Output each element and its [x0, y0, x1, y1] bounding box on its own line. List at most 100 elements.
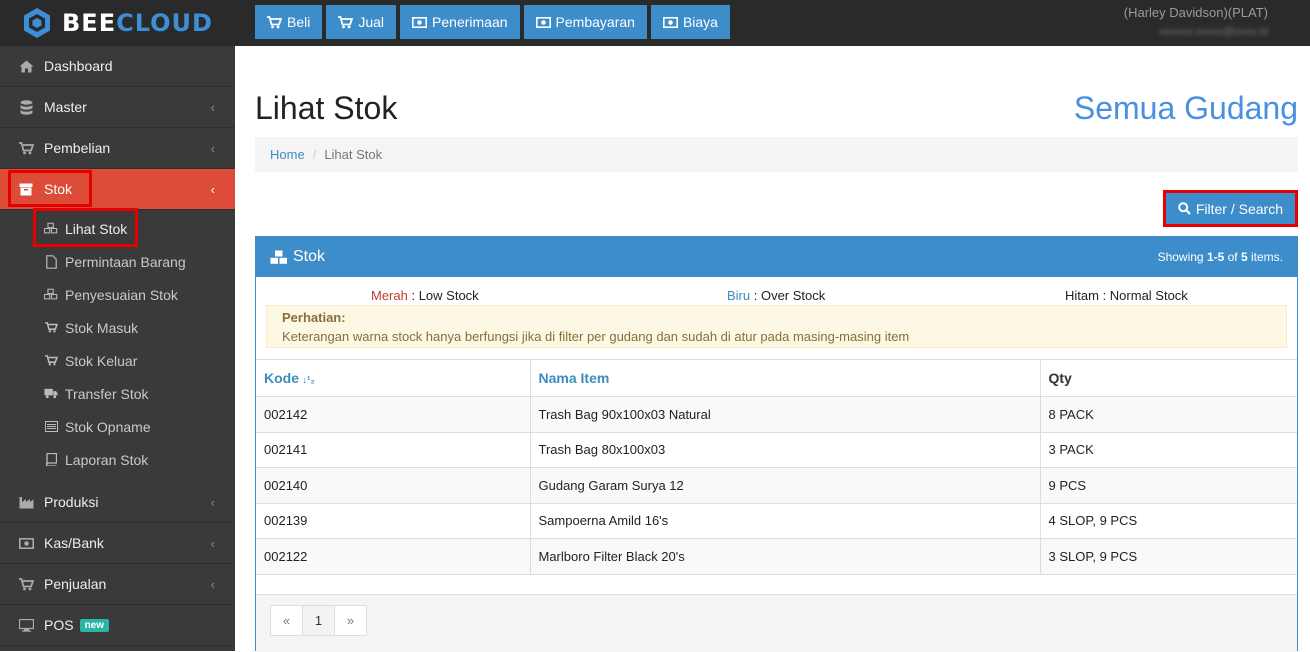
submenu-item-label: Transfer Stok	[65, 385, 149, 402]
submenu-item-permintaan-barang[interactable]: Permintaan Barang	[0, 245, 235, 278]
sidebar-item-label: Kas/Bank	[44, 535, 104, 551]
penerimaan-button[interactable]: Penerimaan	[400, 5, 520, 39]
legend-normal-stock: Hitam : Normal Stock	[1065, 288, 1188, 303]
breadcrumb-separator: /	[312, 147, 317, 162]
logo-text-cloud: CLOUD	[116, 9, 213, 37]
sidebar-item-label: Penjualan	[44, 576, 107, 592]
user-menu[interactable]: (Harley Davidson)(PLAT) xxxxxx.xxxxx@xxx…	[1124, 5, 1268, 40]
cart-icon	[338, 15, 354, 29]
sidebar-item-kas-bank[interactable]: Kas/Bank ‹	[0, 523, 235, 564]
column-header-kode[interactable]: Kode ↓¹₂	[256, 359, 530, 397]
submenu-item-penyesuaian-stok[interactable]: Penyesuaian Stok	[0, 278, 235, 311]
submenu-item-stok-keluar[interactable]: Stok Keluar	[0, 344, 235, 377]
table-header-row: Kode ↓¹₂ Nama Item Qty	[256, 359, 1297, 397]
pembayaran-label: Pembayaran	[555, 14, 635, 30]
filter-search-button[interactable]: Filter / Search	[1162, 190, 1298, 227]
jual-label: Jual	[358, 14, 385, 30]
legend-black-text: : Normal Stock	[1098, 288, 1188, 303]
cell-qty: 9 PCS	[1039, 467, 1297, 504]
stock-color-legend: Merah : Low Stock Biru : Over Stock Hita…	[256, 277, 1297, 305]
pembayaran-button[interactable]: Pembayaran	[523, 5, 647, 39]
submenu-item-laporan-stok[interactable]: Laporan Stok	[0, 443, 235, 476]
cell-kode: 002139	[256, 503, 530, 539]
jual-button[interactable]: Jual	[326, 5, 397, 39]
submenu-item-label: Permintaan Barang	[65, 253, 186, 270]
cart-icon	[267, 15, 282, 29]
submenu-item-stok-opname[interactable]: Stok Opname	[0, 410, 235, 443]
sidebar-item-stok[interactable]: Stok ‹	[0, 169, 244, 210]
summary-prefix: Showing	[1157, 250, 1207, 264]
sidebar-item-pos[interactable]: POS new	[0, 605, 235, 646]
top-nav: Beli Jual Penerimaan Pembayaran Biaya	[255, 5, 730, 39]
panel-header: Stok Showing 1-5 of 5 items.	[256, 237, 1297, 277]
main-content: Lihat Stok Semua Gudang Home / Lihat Sto…	[235, 46, 1310, 652]
stok-table: Kode ↓¹₂ Nama Item Qty 002142 Trash Bag 9…	[256, 359, 1297, 575]
table-row: 002139 Sampoerna Amild 16's 4 SLOP, 9 PC…	[256, 503, 1297, 539]
annotation-highlight	[8, 170, 92, 207]
sidebar-item-label: POS	[44, 617, 74, 633]
user-email: xxxxxx.xxxxx@xxxx.id	[1159, 26, 1268, 38]
sidebar-item-master[interactable]: Master ‹	[0, 87, 235, 128]
user-name: (Harley Davidson)(PLAT)	[1123, 5, 1268, 20]
summary-mid: of	[1224, 250, 1241, 264]
sidebar-item-dashboard[interactable]: Dashboard	[0, 46, 235, 87]
stok-panel: Stok Showing 1-5 of 5 items. Merah : Low…	[255, 236, 1298, 652]
industry-icon	[18, 494, 34, 510]
cubes-icon	[44, 288, 58, 302]
cell-qty: 4 SLOP, 9 PCS	[1039, 503, 1297, 539]
cell-nama-item: Marlboro Filter Black 20's	[529, 538, 1040, 575]
filter-search-label: Filter / Search	[1195, 200, 1283, 217]
file-icon	[44, 254, 58, 269]
legend-black-label: Hitam	[1065, 288, 1099, 303]
submenu-item-stok-masuk[interactable]: Stok Masuk	[0, 311, 235, 344]
cubes-icon	[270, 250, 288, 265]
cart-icon	[18, 576, 34, 592]
table-row: 002141 Trash Bag 80x100x03 3 PACK	[256, 432, 1297, 468]
submenu-item-transfer-stok[interactable]: Transfer Stok	[0, 377, 235, 410]
chevron-left-icon: ‹	[210, 495, 215, 510]
sidebar-item-produksi[interactable]: Produksi ‹	[0, 482, 235, 523]
submenu-item-label: Laporan Stok	[65, 451, 149, 468]
submenu-item-lihat-stok[interactable]: Lihat Stok	[0, 208, 235, 247]
breadcrumb-home-link[interactable]: Home	[270, 147, 305, 162]
sidebar-item-pembelian[interactable]: Pembelian ‹	[0, 128, 235, 169]
submenu-item-label: Stok Keluar	[65, 352, 138, 369]
cell-qty: 8 PACK	[1039, 396, 1297, 433]
penerimaan-label: Penerimaan	[432, 14, 508, 30]
sidebar: Dashboard Master ‹ Pembelian ‹ Stok ‹ Li…	[0, 46, 244, 651]
search-icon	[1178, 202, 1191, 215]
submenu-item-label: Stok Opname	[65, 418, 151, 435]
table-row: 002142 Trash Bag 90x100x03 Natural 8 PAC…	[256, 396, 1297, 433]
chevron-left-icon: ‹	[210, 577, 215, 592]
book-icon	[44, 453, 58, 467]
cart-icon	[44, 321, 58, 335]
legend-blue-label: Biru	[727, 288, 751, 303]
panel-title: Stok	[270, 248, 325, 266]
top-bar: BEECLOUD Beli Jual Penerimaan Pembayaran…	[0, 0, 1310, 46]
legend-low-stock: Merah : Low Stock	[371, 288, 479, 303]
pagination-next-button[interactable]: »	[334, 605, 367, 636]
page-title: Lihat Stok	[255, 90, 398, 126]
cell-kode: 002140	[256, 467, 530, 504]
beli-button[interactable]: Beli	[255, 5, 323, 39]
logo[interactable]: BEECLOUD	[0, 0, 235, 46]
chevron-left-icon: ‹	[210, 100, 215, 115]
column-header-nama-item[interactable]: Nama Item	[529, 359, 1040, 397]
sort-numeric-icon: ↓¹₂	[302, 375, 315, 386]
logo-text: BEECLOUD	[62, 9, 213, 37]
pagination-page-button[interactable]: 1	[302, 605, 335, 636]
list-icon	[44, 420, 58, 434]
summary-range: 1-5	[1206, 250, 1225, 264]
pagination-prev-button[interactable]: «	[270, 605, 303, 636]
new-badge: new	[79, 618, 110, 632]
chevron-left-icon: ‹	[210, 536, 215, 551]
chevron-left-icon: ‹	[210, 141, 215, 156]
money-icon	[18, 535, 34, 551]
biaya-button[interactable]: Biaya	[650, 5, 730, 39]
sidebar-item-label: Pembelian	[44, 140, 111, 156]
submenu-item-label: Stok Masuk	[65, 319, 139, 336]
items-summary: Showing 1-5 of 5 items.	[1158, 250, 1283, 264]
sidebar-item-penjualan[interactable]: Penjualan ‹	[0, 564, 235, 605]
legend-blue-text: : Over Stock	[750, 288, 826, 303]
beli-label: Beli	[287, 14, 311, 30]
